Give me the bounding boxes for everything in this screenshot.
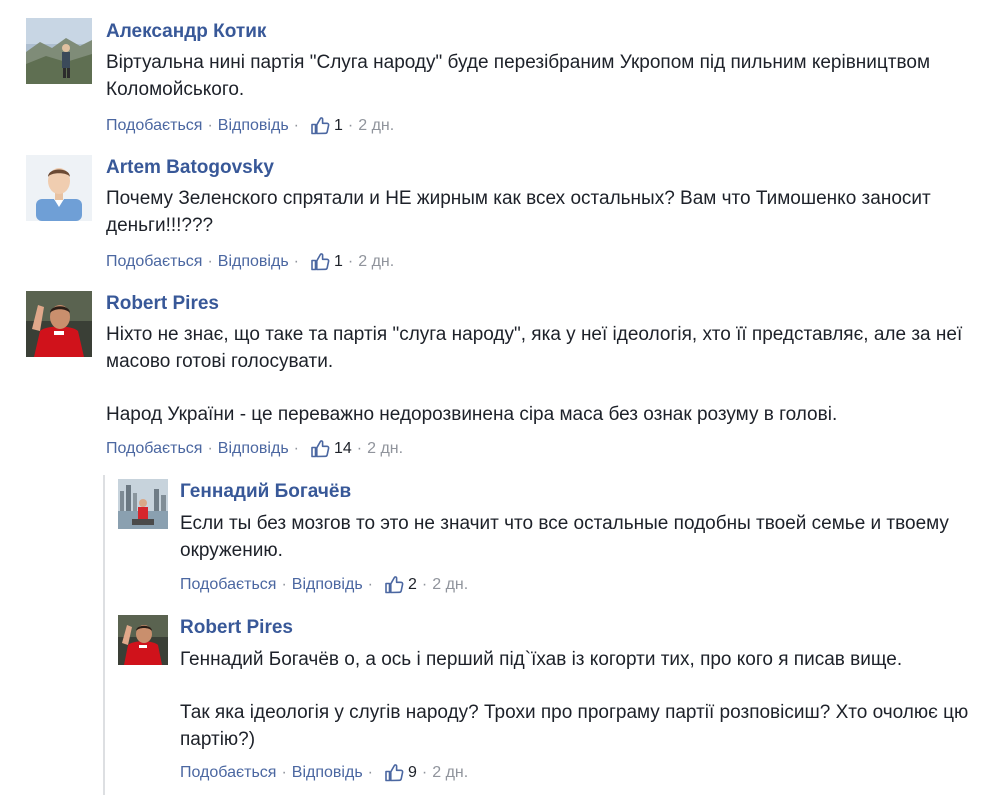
separator-dot: ·: [421, 764, 428, 781]
comment-paragraph: Если ты без мозгов то это не значит что …: [180, 513, 949, 561]
comment-text: Если ты без мозгов то это не значит что …: [180, 510, 960, 564]
comment-author[interactable]: Robert Pires: [106, 293, 219, 315]
like-link[interactable]: Подобається: [106, 439, 202, 459]
separator-dot: ·: [367, 576, 373, 593]
comment-author[interactable]: Геннадий Богачёв: [180, 481, 351, 503]
avatar-photo-football-player: [26, 291, 92, 357]
reply-link[interactable]: Відповідь: [292, 575, 363, 595]
avatar-photo-football-player: [118, 615, 168, 665]
separator-dot: ·: [347, 117, 354, 134]
comment-author[interactable]: Александр Котик: [106, 21, 266, 43]
separator-dot: ·: [293, 440, 299, 457]
separator-dot: ·: [293, 117, 299, 134]
comment-actions: Подобається · Відповідь · 14 · 2 дн.: [106, 439, 403, 459]
comment-actions: Подобається · Відповідь · 1 · 2 дн.: [106, 116, 394, 136]
separator-dot: ·: [207, 117, 213, 134]
comment-paragraph: Почему Зеленского спрятали и НЕ жирным к…: [106, 188, 931, 236]
thumbs-up-icon[interactable]: [310, 116, 330, 136]
comment-author[interactable]: Artem Batogovsky: [106, 157, 274, 179]
avatar[interactable]: [26, 18, 92, 84]
separator-dot: ·: [293, 253, 299, 270]
comment-paragraph: Геннадий Богачёв о, а ось і перший під`ї…: [180, 649, 903, 670]
separator-dot: ·: [356, 440, 363, 457]
reply-link[interactable]: Відповідь: [292, 763, 363, 783]
comments-section: Александр Котик Віртуальна нині партія "…: [0, 0, 983, 795]
comment-actions: Подобається · Відповідь · 2 · 2 дн.: [180, 575, 468, 595]
comment-author[interactable]: Robert Pires: [180, 617, 293, 639]
avatar[interactable]: [26, 291, 92, 357]
reply-comment: Геннадий Богачёв Если ты без мозгов то э…: [0, 470, 983, 610]
comment-paragraph: Віртуальна нині партія "Слуга народу" бу…: [106, 52, 931, 100]
like-link[interactable]: Подобається: [180, 763, 276, 783]
avatar[interactable]: [118, 479, 168, 529]
comment-text: Віртуальна нині партія "Слуга народу" бу…: [106, 49, 966, 103]
like-link[interactable]: Подобається: [106, 252, 202, 272]
reply-link[interactable]: Відповідь: [218, 116, 289, 136]
like-count: 9: [407, 764, 417, 781]
comment: Александр Котик Віртуальна нині партія "…: [0, 0, 983, 140]
avatar-photo-portrait: [26, 155, 92, 221]
comment-time[interactable]: 2 дн.: [358, 252, 394, 272]
like-count: 14: [333, 440, 352, 457]
like-link[interactable]: Подобається: [106, 116, 202, 136]
thumbs-up-icon[interactable]: [310, 439, 330, 459]
thumbs-up-icon[interactable]: [384, 575, 404, 595]
comment-text: Геннадий Богачёв о, а ось і перший під`ї…: [180, 646, 970, 753]
like-count: 1: [333, 117, 343, 134]
separator-dot: ·: [367, 764, 373, 781]
like-count: 2: [407, 576, 417, 593]
avatar-photo-city: [118, 479, 168, 529]
thumbs-up-icon[interactable]: [310, 252, 330, 272]
comment-text: Почему Зеленского спрятали и НЕ жирным к…: [106, 185, 966, 239]
comment-time[interactable]: 2 дн.: [432, 575, 468, 595]
comment: Robert Pires Ніхто не знає, що таке та п…: [0, 280, 983, 470]
separator-dot: ·: [207, 440, 213, 457]
comment-paragraph: Ніхто не знає, що таке та партія "слуга …: [106, 324, 963, 372]
separator-dot: ·: [421, 576, 428, 593]
comment-actions: Подобається · Відповідь · 9 · 2 дн.: [180, 763, 468, 783]
separator-dot: ·: [281, 576, 287, 593]
separator-dot: ·: [347, 253, 354, 270]
comment: Artem Batogovsky Почему Зеленского спрят…: [0, 140, 983, 280]
separator-dot: ·: [207, 253, 213, 270]
like-link[interactable]: Подобається: [180, 575, 276, 595]
reply-comment: Robert Pires Геннадий Богачёв о, а ось і…: [0, 610, 983, 795]
avatar[interactable]: [118, 615, 168, 665]
comment-time[interactable]: 2 дн.: [432, 763, 468, 783]
comment-time[interactable]: 2 дн.: [367, 439, 403, 459]
comment-paragraph: Так яка ідеологія у слугів народу? Трохи…: [180, 702, 969, 750]
avatar[interactable]: [26, 155, 92, 221]
avatar-photo-landscape: [26, 18, 92, 84]
comment-text: Ніхто не знає, що таке та партія "слуга …: [106, 321, 966, 428]
reply-link[interactable]: Відповідь: [218, 439, 289, 459]
comment-paragraph: Народ України - це переважно недорозвине…: [106, 404, 838, 425]
separator-dot: ·: [281, 764, 287, 781]
thumbs-up-icon[interactable]: [384, 763, 404, 783]
comment-actions: Подобається · Відповідь · 1 · 2 дн.: [106, 252, 394, 272]
comment-time[interactable]: 2 дн.: [358, 116, 394, 136]
like-count: 1: [333, 253, 343, 270]
reply-link[interactable]: Відповідь: [218, 252, 289, 272]
